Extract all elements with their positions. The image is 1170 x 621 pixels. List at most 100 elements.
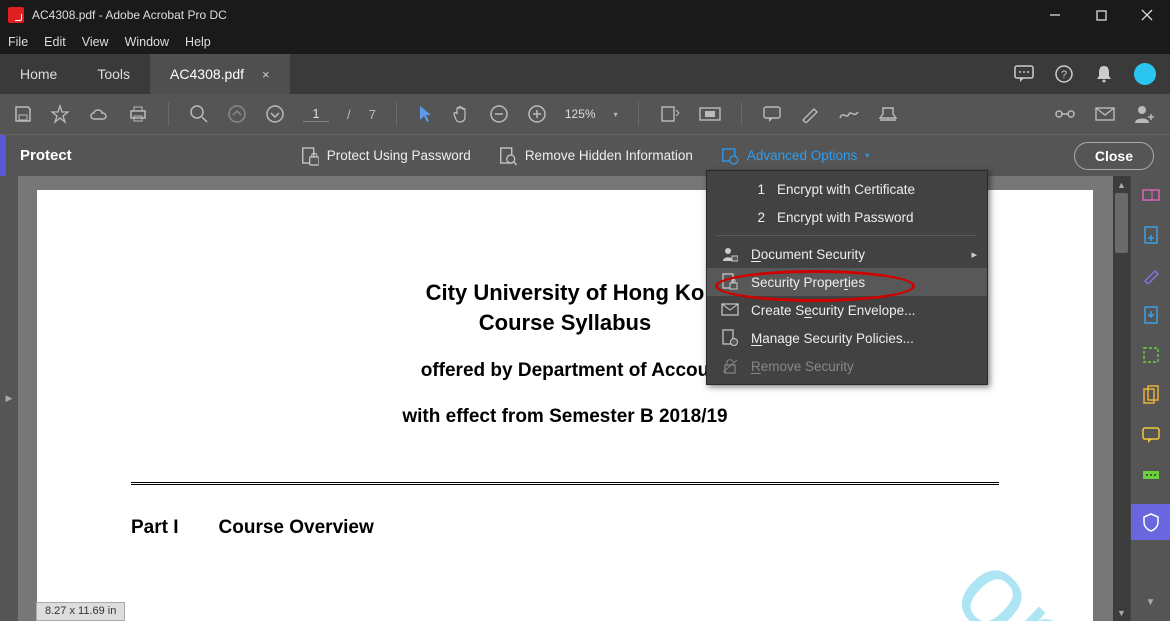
create-pdf-icon[interactable] — [1140, 224, 1162, 246]
comment-tool-icon[interactable] — [1140, 424, 1162, 446]
edit-pdf-icon[interactable] — [1140, 264, 1162, 286]
vertical-scrollbar[interactable]: ▲ ▼ — [1113, 176, 1130, 621]
divider-line — [131, 482, 999, 485]
cloud-icon[interactable] — [88, 105, 110, 123]
highlight-icon[interactable] — [800, 105, 820, 123]
work-area: ▶ City University of Hong Ko Course Syll… — [0, 176, 1170, 621]
envelope-icon — [721, 303, 739, 317]
scroll-up-icon[interactable]: ▲ — [1113, 176, 1130, 193]
protect-using-password-button[interactable]: Protect Using Password — [301, 146, 471, 166]
advanced-label: Advanced Options — [747, 148, 857, 163]
maximize-button[interactable] — [1078, 0, 1124, 30]
menu-encrypt-certificate[interactable]: 1 Encrypt with Certificate — [707, 175, 987, 203]
add-person-icon[interactable] — [1134, 104, 1156, 124]
menu-encrypt-password[interactable]: 2 Encrypt with Password — [707, 203, 987, 231]
panel-collapse-icon[interactable] — [1140, 184, 1162, 206]
scroll-thumb[interactable] — [1115, 193, 1128, 253]
doc-search-icon — [499, 146, 517, 166]
combine-icon[interactable] — [1140, 384, 1162, 406]
hand-icon[interactable] — [451, 104, 471, 124]
close-protect-button[interactable]: Close — [1074, 142, 1154, 170]
advanced-options-menu: 1 Encrypt with Certificate 2 Encrypt wit… — [706, 170, 988, 385]
remove-hidden-button[interactable]: Remove Hidden Information — [499, 146, 693, 166]
page-down-icon[interactable] — [265, 104, 285, 124]
comment-icon[interactable] — [1014, 64, 1034, 84]
menu-view[interactable]: View — [82, 35, 109, 49]
mail-icon[interactable] — [1094, 106, 1116, 122]
menu-window[interactable]: Window — [125, 35, 169, 49]
title-bar: AC4308.pdf - Adobe Acrobat Pro DC — [0, 0, 1170, 30]
menu-doc-security-label: Document Security — [751, 247, 865, 262]
remove-hidden-label: Remove Hidden Information — [525, 148, 693, 163]
page-total: 7 — [369, 107, 376, 122]
advanced-options-button[interactable]: Advanced Options ▾ — [721, 146, 869, 166]
menu-file[interactable]: File — [8, 35, 28, 49]
tab-home[interactable]: Home — [0, 54, 77, 94]
fit-width-icon[interactable] — [659, 105, 681, 123]
minimize-button[interactable] — [1032, 0, 1078, 30]
scroll-down-icon[interactable]: ▼ — [1113, 604, 1130, 621]
shield-gear-icon — [721, 146, 739, 166]
menu-document-security[interactable]: Document Security — [707, 240, 987, 268]
zoom-in-icon[interactable] — [527, 104, 547, 124]
doc-subtitle-line2: with effect from Semester B 2018/19 — [117, 406, 1013, 428]
help-icon[interactable]: ? — [1054, 64, 1074, 84]
menu-help[interactable]: Help — [185, 35, 211, 49]
menu-encrypt-cert-label: Encrypt with Certificate — [777, 182, 915, 197]
link-icon[interactable] — [1054, 107, 1076, 121]
bell-icon[interactable] — [1094, 64, 1114, 84]
redact-icon[interactable] — [1140, 464, 1162, 486]
tab-tools[interactable]: Tools — [77, 54, 150, 94]
main-toolbar: 1 / 7 125% ▾ — [0, 94, 1170, 134]
export-pdf-icon[interactable] — [1140, 304, 1162, 326]
menu-edit[interactable]: Edit — [44, 35, 66, 49]
unlock-icon — [721, 358, 739, 374]
note-icon[interactable] — [762, 105, 782, 123]
tab-row: Home Tools AC4308.pdf × ? — [0, 54, 1170, 94]
menu-bar: File Edit View Window Help — [0, 30, 1170, 54]
menu-policies-label: Manage Security Policies... — [751, 331, 914, 346]
organize-icon[interactable] — [1140, 344, 1162, 366]
person-lock-icon — [721, 246, 739, 262]
menu-remove-label: Remove Security — [751, 359, 854, 374]
tab-close-icon[interactable]: × — [262, 67, 270, 82]
right-tools-panel: ▼ — [1130, 176, 1170, 621]
star-icon[interactable] — [50, 104, 70, 124]
protect-pw-label: Protect Using Password — [327, 148, 471, 163]
window-title: AC4308.pdf - Adobe Acrobat Pro DC — [32, 8, 227, 22]
user-avatar[interactable] — [1134, 63, 1156, 85]
part-title: Course Overview — [219, 517, 374, 539]
menu-envelope-label: Create Security Envelope... — [751, 303, 915, 318]
menu-sec-properties-label: Security Properties — [751, 275, 865, 290]
fit-page-icon[interactable] — [699, 107, 721, 121]
close-window-button[interactable] — [1124, 0, 1170, 30]
tab-file[interactable]: AC4308.pdf × — [150, 54, 290, 94]
zoom-dropdown-icon[interactable]: ▾ — [614, 110, 618, 119]
doc-gear-icon — [721, 329, 739, 347]
menu-security-properties[interactable]: Security Properties — [707, 268, 987, 296]
svg-text:?: ? — [1061, 69, 1067, 81]
app-logo-icon — [8, 7, 24, 23]
save-icon[interactable] — [14, 105, 32, 123]
menu-encrypt-pw-label: Encrypt with Password — [777, 210, 914, 225]
sign-icon[interactable] — [838, 106, 860, 122]
menu-manage-policies[interactable]: Manage Security Policies... — [707, 324, 987, 352]
page-sep: / — [347, 107, 351, 122]
menu-create-envelope[interactable]: Create Security Envelope... — [707, 296, 987, 324]
zoom-out-icon[interactable] — [489, 104, 509, 124]
zoom-value[interactable]: 125% — [565, 107, 596, 121]
print-icon[interactable] — [128, 105, 148, 123]
stamp-icon[interactable] — [878, 104, 898, 124]
pointer-icon[interactable] — [417, 104, 433, 124]
page-dimensions-status: 8.27 x 11.69 in — [36, 602, 125, 621]
protect-label: Protect — [6, 147, 72, 164]
lock-doc-icon — [301, 146, 319, 166]
menu-remove-security: Remove Security — [707, 352, 987, 380]
zoom-fit-icon[interactable] — [189, 104, 209, 124]
page-up-icon[interactable] — [227, 104, 247, 124]
protect-tool-active[interactable] — [1131, 504, 1170, 540]
page-current-input[interactable]: 1 — [303, 106, 329, 122]
left-panel-toggle[interactable]: ▶ — [0, 176, 18, 621]
doc-lock-icon — [721, 273, 739, 291]
scroll-down-panel-icon[interactable]: ▼ — [1140, 591, 1162, 613]
